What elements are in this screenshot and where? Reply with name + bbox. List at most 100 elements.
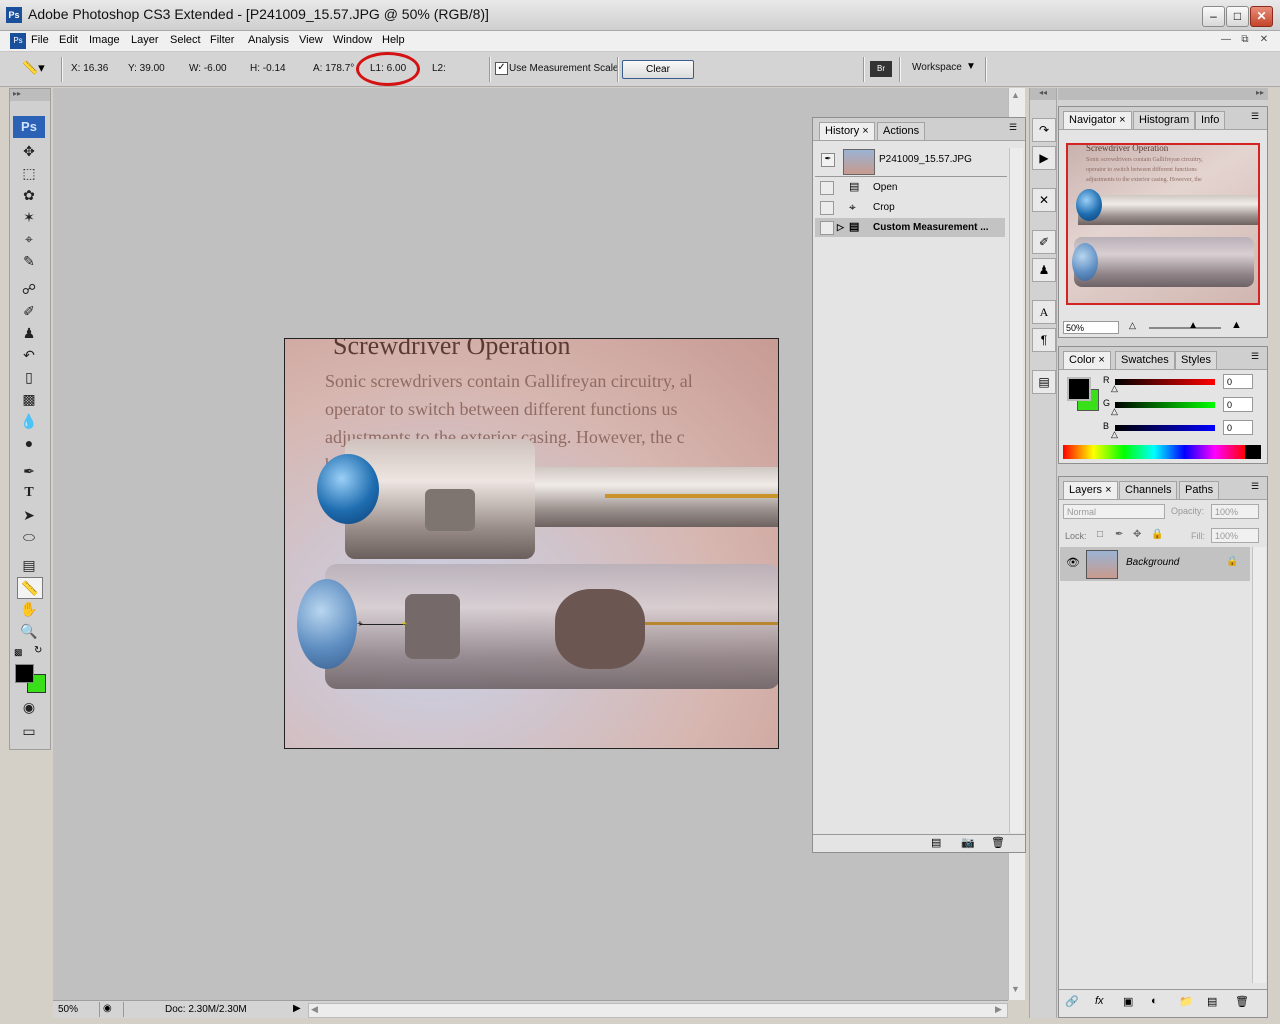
shape-icon[interactable]: ⬭ — [17, 527, 41, 547]
notes-icon[interactable]: ▤ — [17, 555, 41, 575]
quick-mask-icon[interactable]: ◉ — [17, 697, 41, 717]
history-dock-icon[interactable]: ↷ — [1032, 118, 1056, 142]
ruler-icon[interactable]: 📏 — [17, 577, 43, 599]
tab-actions[interactable]: Actions — [877, 122, 926, 140]
status-menu-icon[interactable]: ▶ — [293, 1003, 301, 1014]
scroll-down-icon[interactable]: ▼ — [1011, 984, 1020, 994]
panel-menu-icon[interactable]: ☰ — [1009, 122, 1017, 133]
dock-grip[interactable]: ◂◂ — [1030, 88, 1056, 100]
gradient-icon[interactable]: ▩ — [17, 389, 41, 409]
history-scrollbar[interactable] — [1009, 148, 1023, 833]
zoom-out-icon[interactable]: △ — [1129, 320, 1136, 331]
dodge-icon[interactable]: ● — [17, 433, 41, 453]
adjustment-layer-icon[interactable]: ◐ — [1151, 995, 1158, 1007]
brushes-dock-icon[interactable]: ✐ — [1032, 230, 1056, 254]
layer-style-icon[interactable]: fx — [1095, 995, 1104, 1007]
menu-window[interactable]: Window — [333, 34, 372, 46]
history-snapshot[interactable]: ✒ P241009_15.57.JPG — [815, 146, 1007, 177]
tab-info[interactable]: Info — [1195, 111, 1226, 129]
zoom-level-field[interactable]: 50% — [58, 1004, 78, 1015]
measurement-end-marker[interactable]: + — [401, 620, 407, 630]
blue-slider-thumb[interactable]: △ — [1111, 429, 1118, 440]
menu-analysis[interactable]: Analysis — [248, 34, 289, 46]
scroll-up-icon[interactable]: ▲ — [1011, 90, 1020, 100]
tab-close-icon[interactable]: × — [1105, 484, 1111, 496]
dock-grip[interactable]: ▸▸ — [1058, 88, 1268, 100]
status-info-icon[interactable]: ◉ — [103, 1003, 112, 1014]
workspace-menu[interactable]: Workspace — [912, 62, 962, 73]
screen-mode-icon[interactable]: ▭ — [17, 721, 41, 741]
close-button[interactable]: ✕ — [1250, 6, 1273, 27]
history-state[interactable]: ▤ Open — [815, 178, 1005, 197]
magic-wand-icon[interactable]: ✶ — [17, 207, 41, 227]
history-brush-source-icon[interactable]: ✒ — [821, 153, 835, 167]
menu-help[interactable]: Help — [382, 34, 405, 46]
foreground-color-swatch[interactable] — [15, 664, 34, 683]
scroll-left-icon[interactable]: ◀ — [311, 1004, 318, 1015]
new-document-from-state-icon[interactable]: ▤ — [931, 836, 941, 849]
doc-restore-icon[interactable]: ⧉ — [1238, 34, 1252, 47]
history-brush-checkbox[interactable] — [820, 221, 834, 235]
tab-histogram[interactable]: Histogram — [1133, 111, 1196, 129]
new-group-icon[interactable]: 📁 — [1179, 995, 1193, 1008]
character-dock-icon[interactable]: A — [1032, 300, 1056, 324]
zoom-icon[interactable]: 🔍 — [17, 621, 41, 641]
history-state[interactable]: ⌖ Crop — [815, 198, 1005, 217]
layer-row[interactable]: 👁 Background 🔒 — [1060, 547, 1250, 581]
blur-icon[interactable]: 💧 — [17, 411, 41, 431]
tab-close-icon[interactable]: × — [1119, 114, 1125, 126]
green-slider-thumb[interactable]: △ — [1111, 406, 1118, 417]
tab-navigator[interactable]: Navigator × — [1063, 111, 1132, 129]
lasso-icon[interactable]: ✿ — [17, 185, 41, 205]
menu-edit[interactable]: Edit — [59, 34, 78, 46]
lock-pixels-icon[interactable]: ✒ — [1115, 529, 1123, 540]
default-colors-icon[interactable]: ▩ — [14, 647, 23, 658]
navigator-zoom-slider-thumb[interactable]: ▲ — [1188, 320, 1198, 331]
tab-color[interactable]: Color × — [1063, 351, 1111, 369]
type-icon[interactable]: T — [17, 483, 41, 503]
document-icon[interactable]: Ps — [10, 33, 26, 49]
use-measurement-scale-checkbox[interactable]: ✓ — [495, 62, 508, 75]
tool-presets-dock-icon[interactable]: ✕ — [1032, 188, 1056, 212]
tab-swatches[interactable]: Swatches — [1115, 351, 1175, 369]
menu-view[interactable]: View — [299, 34, 323, 46]
swap-colors-icon[interactable]: ↻ — [34, 645, 42, 656]
lock-all-icon[interactable]: 🔒 — [1151, 529, 1163, 540]
scroll-right-icon[interactable]: ▶ — [995, 1004, 1002, 1015]
panel-menu-icon[interactable]: ☰ — [1251, 351, 1259, 362]
menu-image[interactable]: Image — [89, 34, 120, 46]
link-layers-icon[interactable]: 🔗 — [1065, 995, 1079, 1008]
history-brush-checkbox[interactable] — [820, 201, 834, 215]
tab-layers[interactable]: Layers × — [1063, 481, 1118, 499]
workspace-dropdown-icon[interactable]: ▼ — [966, 61, 976, 72]
photoshop-logo[interactable]: Ps — [13, 116, 45, 138]
blend-mode-select[interactable]: Normal — [1063, 504, 1165, 519]
navigator-zoom-slider[interactable] — [1149, 327, 1221, 329]
actions-dock-icon[interactable]: ▶ — [1032, 146, 1056, 170]
green-slider[interactable] — [1115, 402, 1215, 408]
path-select-icon[interactable]: ➤ — [17, 505, 41, 525]
doc-minimize-icon[interactable]: — — [1219, 34, 1233, 47]
menu-layer[interactable]: Layer — [131, 34, 159, 46]
tab-channels[interactable]: Channels — [1119, 481, 1178, 499]
layer-comps-dock-icon[interactable]: ▤ — [1032, 370, 1056, 394]
canvas-horizontal-scrollbar[interactable]: ◀ ▶ — [308, 1003, 1008, 1018]
document-image[interactable]: Screwdriver Operation Sonic screwdrivers… — [284, 338, 779, 749]
maximize-button[interactable]: □ — [1226, 6, 1249, 27]
zoom-in-icon[interactable]: ▲ — [1231, 319, 1242, 331]
delete-layer-icon[interactable]: 🗑 — [1235, 995, 1249, 1008]
new-snapshot-icon[interactable]: 📷 — [961, 836, 975, 849]
crop-icon[interactable]: ⌖ — [17, 229, 41, 249]
tab-styles[interactable]: Styles — [1175, 351, 1217, 369]
lock-transparency-icon[interactable]: □ — [1097, 529, 1103, 540]
clear-button[interactable]: Clear — [622, 60, 694, 79]
paragraph-dock-icon[interactable]: ¶ — [1032, 328, 1056, 352]
opacity-field[interactable]: 100% — [1211, 504, 1259, 519]
brush-icon[interactable]: ✐ — [17, 301, 41, 321]
panel-menu-icon[interactable]: ☰ — [1251, 481, 1259, 492]
red-slider-thumb[interactable]: △ — [1111, 383, 1118, 394]
history-state-slider-icon[interactable]: ▷ — [837, 218, 844, 237]
tab-close-icon[interactable]: × — [862, 125, 868, 137]
pen-icon[interactable]: ✒ — [17, 461, 41, 481]
eyedropper-icon[interactable]: ✎ — [17, 251, 41, 271]
